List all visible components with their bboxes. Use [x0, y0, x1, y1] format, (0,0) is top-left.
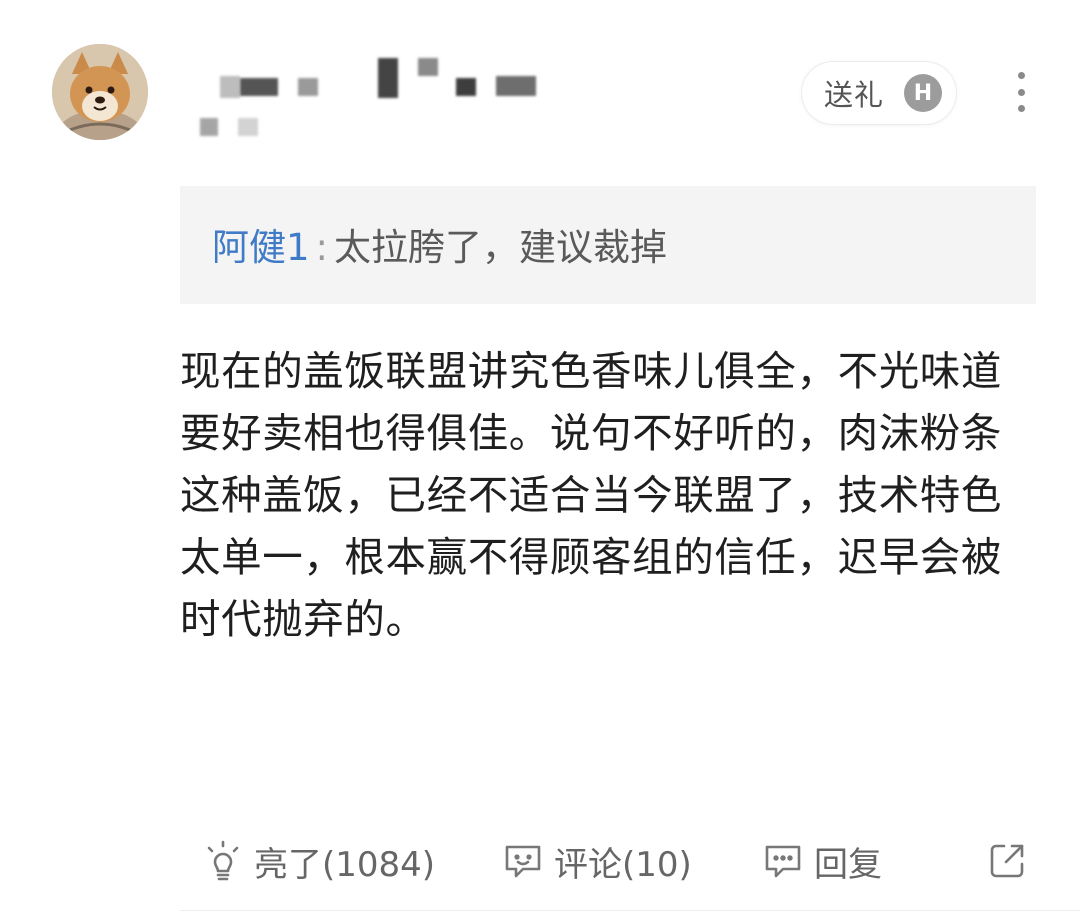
- like-count-label: 亮了(1084): [254, 844, 436, 885]
- lightbulb-icon: [207, 840, 239, 881]
- reply-button[interactable]: 回复: [762, 836, 882, 886]
- more-dot: [1017, 88, 1025, 96]
- comment-count-label: 评论(10): [554, 844, 692, 885]
- gift-badge-icon: H: [904, 74, 942, 112]
- comment-button[interactable]: 评论(10): [502, 836, 692, 886]
- share-button[interactable]: [986, 836, 1038, 886]
- avatar[interactable]: [52, 44, 148, 140]
- reply-label: 回复: [814, 844, 882, 885]
- gift-button-label: 送礼: [824, 78, 885, 112]
- quoted-comment[interactable]: 阿健1: 太拉胯了，建议裁掉: [180, 186, 1036, 304]
- quote-separator: :: [315, 226, 329, 269]
- avatar-image: [52, 44, 148, 140]
- divider: [180, 910, 1080, 911]
- gift-button[interactable]: 送礼 H: [802, 62, 956, 124]
- more-vertical-icon[interactable]: [1006, 72, 1036, 112]
- quoted-author[interactable]: 阿健1: [212, 226, 310, 269]
- more-dot: [1017, 72, 1025, 79]
- reply-bubble-icon: [765, 845, 801, 878]
- quoted-text: 太拉胯了，建议裁掉: [334, 226, 668, 269]
- like-button[interactable]: 亮了(1084): [202, 836, 435, 886]
- comment-bubble-icon: [505, 845, 541, 878]
- share-icon: [990, 844, 1024, 878]
- comment-action-bar: 亮了(1084) 评论(10) 回复: [0, 826, 1080, 896]
- username-redacted: [200, 56, 560, 146]
- more-dot: [1017, 105, 1025, 112]
- comment-body: 现在的盖饭联盟讲究色香味儿俱全，不光味道要好卖相也得俱佳。说句不好听的，肉沫粉条…: [180, 347, 1002, 643]
